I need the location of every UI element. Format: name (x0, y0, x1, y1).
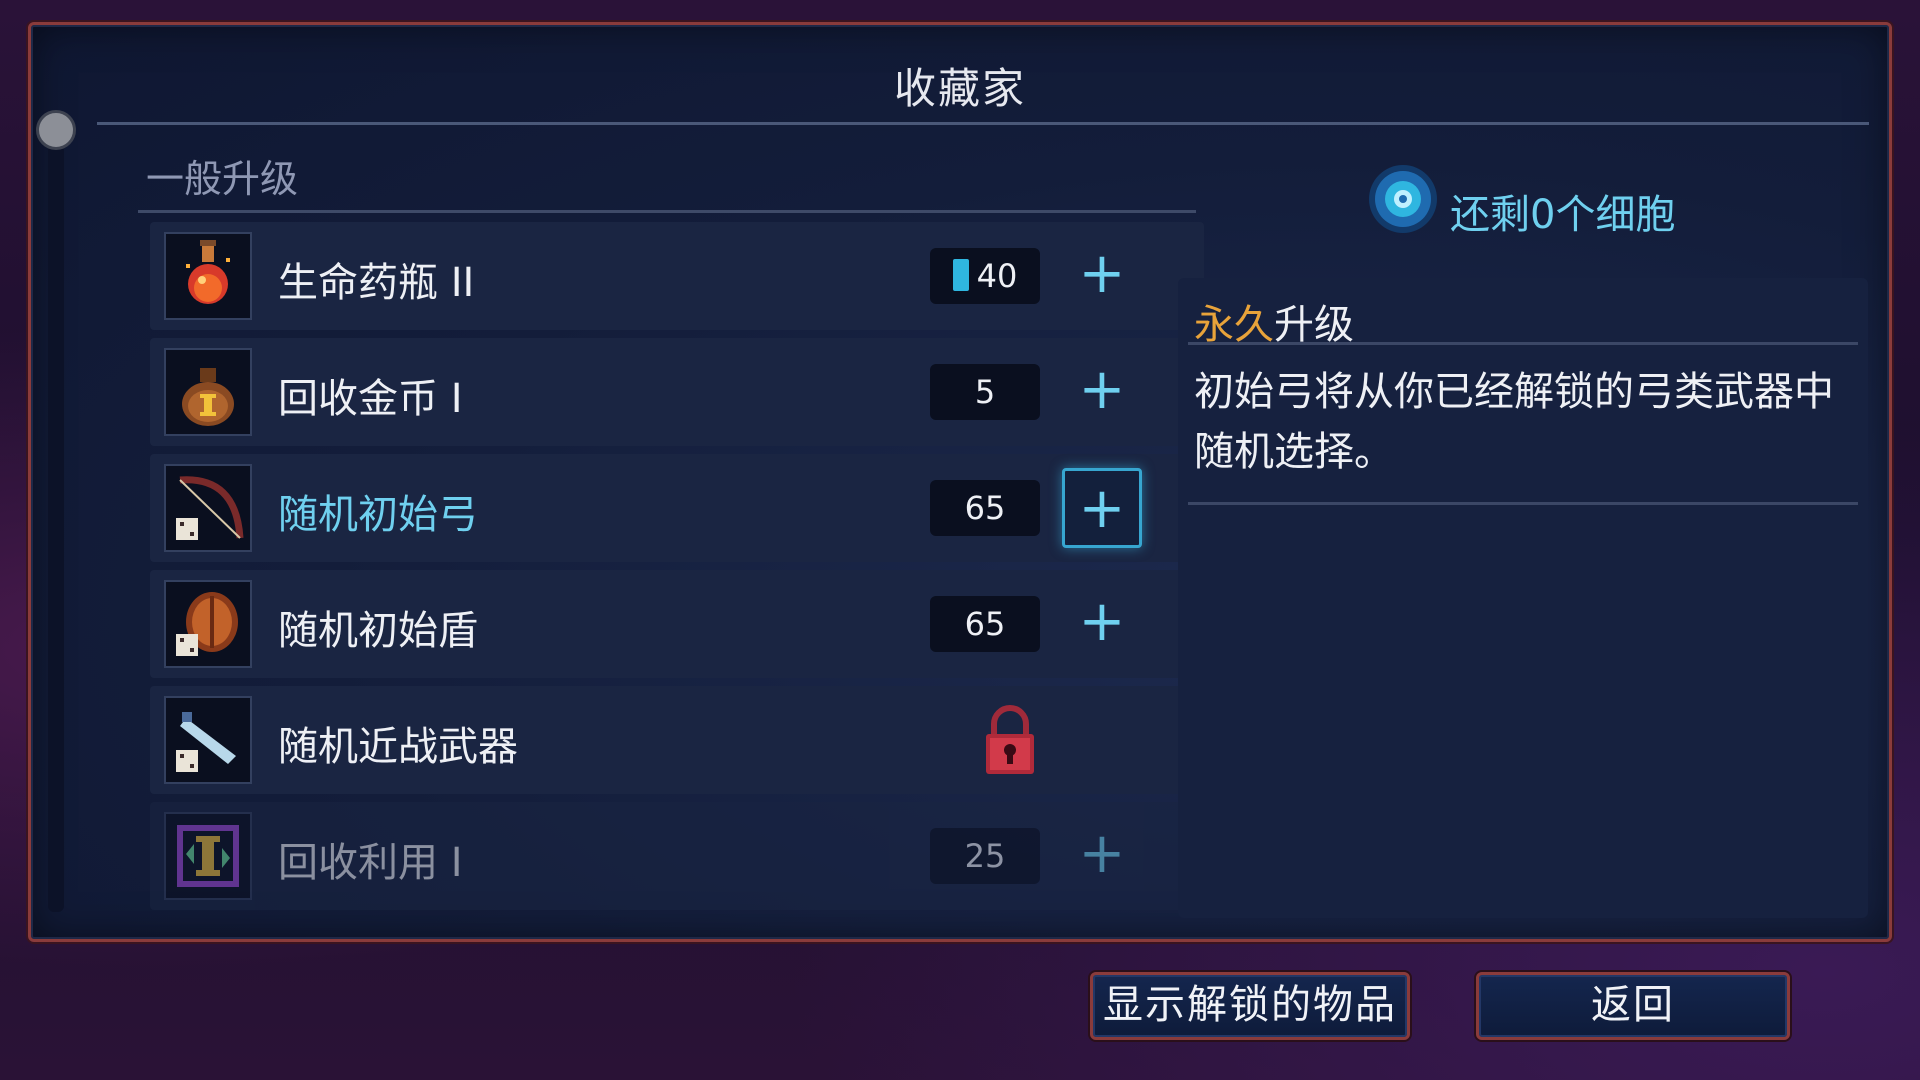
buy-upgrade-button[interactable]: + (1062, 468, 1142, 548)
cost-badge: 5 (930, 364, 1040, 420)
item-label: 随机初始盾 (278, 608, 478, 654)
random-melee-icon (164, 696, 252, 784)
buy-upgrade-button[interactable]: + (1062, 816, 1142, 896)
section-divider (138, 210, 1196, 213)
list-item[interactable]: 随机近战武器 (150, 686, 1204, 794)
cost-badge: 40 (930, 248, 1040, 304)
random-bow-icon (164, 464, 252, 552)
cost-badge: 65 (930, 596, 1040, 652)
list-item[interactable]: 生命药瓶 II 40 + (150, 222, 1204, 330)
scrollbar-track[interactable] (48, 122, 64, 912)
random-shield-icon (164, 580, 252, 668)
list-item[interactable]: 回收金币 I 5 + (150, 338, 1204, 446)
health-flask-icon (164, 232, 252, 320)
list-item[interactable]: 随机初始盾 65 + (150, 570, 1204, 678)
recycle-icon (164, 812, 252, 900)
gold-bag-icon (164, 348, 252, 436)
buy-upgrade-button[interactable]: + (1062, 236, 1142, 316)
description-divider (1188, 502, 1858, 505)
list-item[interactable]: 随机初始弓 65 + (150, 454, 1204, 562)
item-label: 随机初始弓 (278, 492, 478, 538)
back-button[interactable]: 返回 (1476, 972, 1790, 1040)
list-item[interactable]: 回收利用 I 25 + (150, 802, 1204, 910)
cells-remaining-text: 还剩0个细胞 (1450, 192, 1676, 238)
cost-badge: 65 (930, 480, 1040, 536)
cost-badge: 25 (930, 828, 1040, 884)
cell-icon (1369, 165, 1437, 233)
item-label: 回收金币 I (278, 376, 463, 422)
description-panel: 永久升级 初始弓将从你已经解锁的弓类武器中随机选择。 (1178, 278, 1868, 918)
section-header: 一般升级 (146, 157, 299, 201)
description-body: 初始弓将从你已经解锁的弓类武器中随机选择。 (1194, 369, 1834, 475)
description-divider (1188, 342, 1858, 345)
item-label: 生命药瓶 II (278, 260, 475, 306)
panel-title: 收藏家 (893, 64, 1026, 113)
show-unlocked-button[interactable]: 显示解锁的物品 (1090, 972, 1410, 1040)
cell-icon (952, 259, 969, 291)
title-divider (97, 122, 1869, 125)
lock-icon (980, 704, 1040, 776)
buy-upgrade-button[interactable]: + (1062, 352, 1142, 432)
item-label: 回收利用 I (278, 840, 463, 886)
item-label: 随机近战武器 (278, 724, 518, 770)
buy-upgrade-button[interactable]: + (1062, 584, 1142, 664)
upgrade-list: 生命药瓶 II 40 + 回收金币 I 5 + 随机初始弓 65 + 随机初始盾… (150, 222, 1204, 930)
scrollbar-knob[interactable] (36, 110, 76, 150)
